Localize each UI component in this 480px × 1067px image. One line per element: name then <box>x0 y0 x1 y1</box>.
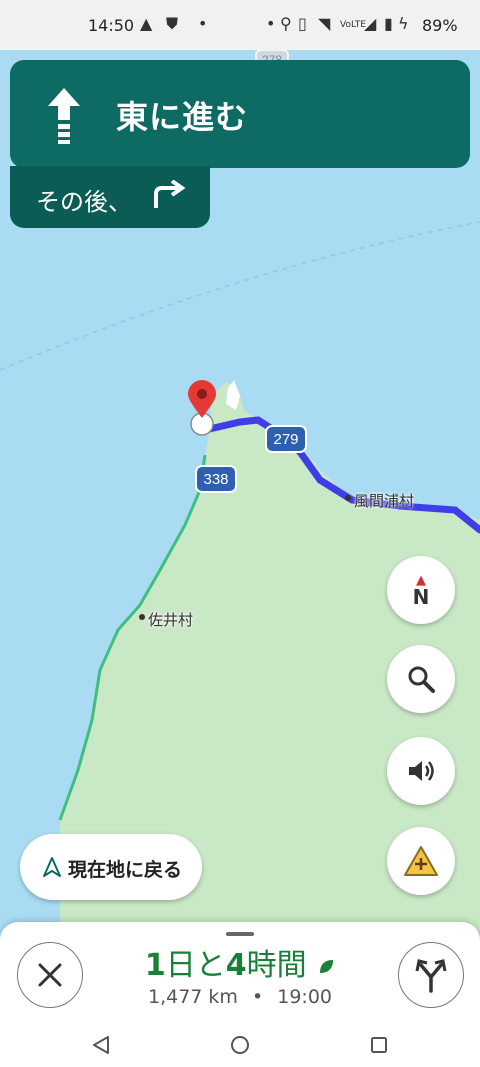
charging-icon: ϟ <box>398 14 409 33</box>
recents-icon[interactable] <box>368 1034 390 1056</box>
volte-icon: VoLTE <box>340 20 366 30</box>
dot-icon: • <box>266 14 276 33</box>
navigation-arrow-icon: ▲ <box>140 14 153 33</box>
trip-sheet[interactable]: 1日と4時間 1,477 km • 19:00 <box>0 922 480 1022</box>
search-button[interactable] <box>387 645 455 713</box>
route-shield: 279 <box>265 425 307 453</box>
home-icon[interactable] <box>229 1034 251 1056</box>
location-icon: ⚲ <box>280 14 292 33</box>
trip-distance: 1,477 km <box>147 986 238 1008</box>
duration-hour-unit: 時間 <box>246 948 307 983</box>
instruction-text: 東に進む <box>116 98 249 136</box>
alternate-routes-button[interactable] <box>398 942 464 1008</box>
arrival-time: 19:00 <box>277 986 333 1008</box>
recenter-label: 現在地に戻る <box>68 859 183 881</box>
duration-day-unit: 日と <box>165 948 226 983</box>
dot-icon: • <box>198 14 208 33</box>
back-icon[interactable] <box>90 1034 112 1056</box>
compass-button[interactable]: ▲ N <box>387 556 455 624</box>
warning-add-icon <box>404 846 438 876</box>
town-dot <box>345 495 351 501</box>
town-dot <box>139 614 145 620</box>
shield-338-text: 338 <box>203 471 228 488</box>
signal-icon: ◢ <box>364 14 377 33</box>
compass-icon: ▲ N <box>412 572 430 609</box>
battery-icon: ▮ <box>384 14 393 33</box>
report-incident-button[interactable] <box>387 827 455 895</box>
duration-hours: 4 <box>225 948 247 983</box>
vibrate-icon: ▯ <box>298 14 307 33</box>
turn-right-icon <box>154 180 186 208</box>
search-icon <box>408 666 435 693</box>
drag-handle[interactable] <box>226 932 254 936</box>
route-fork-icon <box>415 959 447 993</box>
shield-279-text: 279 <box>273 431 298 448</box>
audio-button[interactable] <box>387 737 455 805</box>
status-bar: 14:50 ▲ ⛊ • • ⚲ ▯ ◥ VoLTE ◢ ▮ ϟ 89% <box>0 0 480 50</box>
status-time: 14:50 <box>88 16 135 35</box>
straight-arrow-icon <box>48 88 80 144</box>
navigation-arrow-icon <box>43 857 61 877</box>
recenter-button[interactable]: 現在地に戻る <box>20 834 202 900</box>
then-label: その後、 <box>36 188 132 216</box>
speaker-icon <box>409 761 434 781</box>
battery-percent: 89% <box>422 16 458 35</box>
trip-separator: • <box>251 986 264 1008</box>
compass-label: N <box>412 584 430 609</box>
wifi-icon: ◥ <box>318 14 331 33</box>
eco-leaf-icon <box>320 959 334 973</box>
shield-icon: ⛊ <box>166 14 179 33</box>
place-label: 風間浦村 <box>354 492 415 510</box>
place-label: 佐井村 <box>148 611 194 629</box>
navigation-banner[interactable]: 東に進む <box>10 60 470 168</box>
duration-days: 1 <box>144 948 166 983</box>
system-navigation-bar <box>0 1022 480 1067</box>
then-instruction[interactable]: その後、 <box>10 166 210 228</box>
route-shield: 338 <box>195 465 237 493</box>
